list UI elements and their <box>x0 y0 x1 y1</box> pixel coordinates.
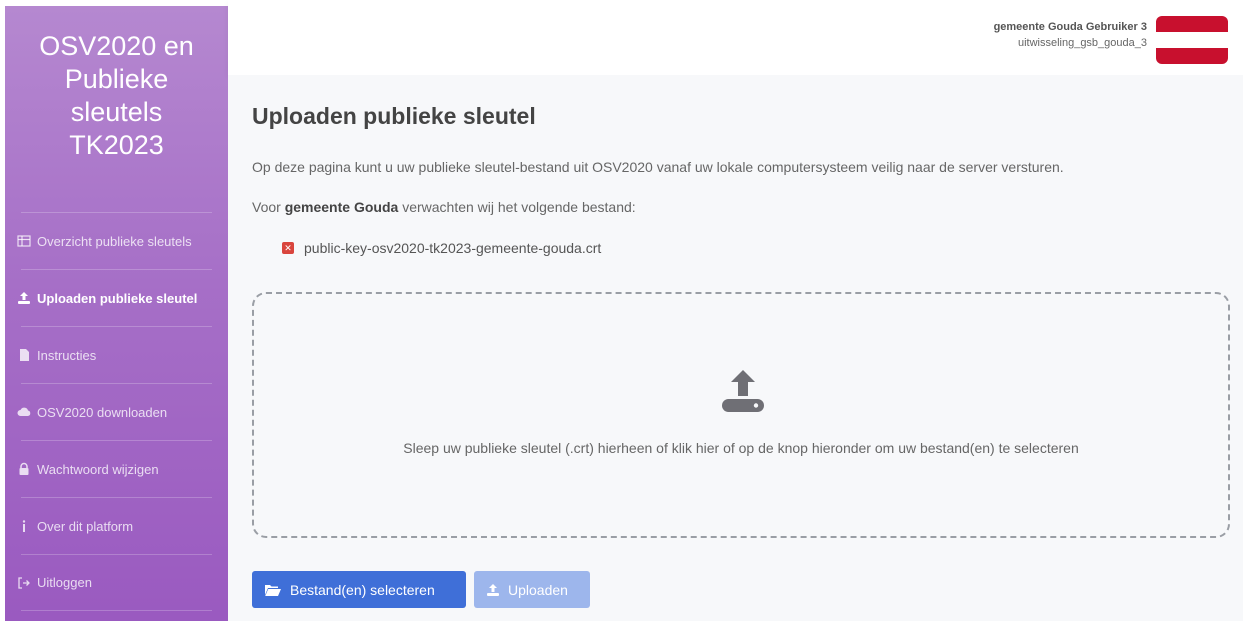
upload-tray-icon <box>722 370 764 412</box>
info-icon <box>17 519 31 533</box>
sidebar-item-osv2020-downloaden[interactable]: OSV2020 downloaden <box>17 383 212 440</box>
sidebar-item-label: OSV2020 downloaden <box>37 404 168 420</box>
select-files-label: Bestand(en) selecteren <box>290 581 435 598</box>
expected-file-name: public-key-osv2020-tk2023-gemeente-gouda… <box>304 240 602 256</box>
folder-open-icon <box>265 584 281 596</box>
dropzone-text: Sleep uw publieke sleutel (.crt) hierhee… <box>403 440 1079 456</box>
expect-suffix: verwachten wij het volgende bestand: <box>402 199 636 215</box>
main-content: Uploaden publieke sleutel Op deze pagina… <box>228 75 1243 621</box>
expected-file-description: Voor gemeente Gouda verwachten wij het v… <box>252 199 636 215</box>
sidebar-item-over-dit-platform[interactable]: Over dit platform <box>21 497 212 554</box>
topbar: gemeente Gouda Gebruiker 3 uitwisseling_… <box>228 0 1243 75</box>
sidebar-item-label: Uploaden publieke sleutel <box>37 290 198 306</box>
page-title: Uploaden publieke sleutel <box>252 103 536 129</box>
upload-button[interactable]: Uploaden <box>474 571 590 608</box>
logout-icon <box>17 576 31 590</box>
sidebar-nav: Overzicht publieke sleutels Uploaden pub… <box>5 212 228 611</box>
lock-icon <box>17 462 31 476</box>
app-title: OSV2020 en Publieke sleutels TK2023 <box>39 31 194 160</box>
upload-icon <box>17 291 31 305</box>
sidebar-item-label: Uitloggen <box>37 575 92 590</box>
sidebar-item-label: Over dit platform <box>37 518 134 534</box>
table-icon <box>17 234 31 248</box>
sidebar-item-uitloggen[interactable]: Uitloggen <box>18 554 212 611</box>
user-info: gemeente Gouda Gebruiker 3 uitwisseling_… <box>994 20 1147 52</box>
sidebar-item-wachtwoord-wijzigen[interactable]: Wachtwoord wijzigen <box>19 440 212 497</box>
sidebar-item-label: Instructies <box>37 347 97 363</box>
sidebar-item-label: Wachtwoord wijzigen <box>37 461 159 477</box>
municipality-name: gemeente Gouda <box>284 199 399 215</box>
expect-prefix: Voor <box>252 199 281 215</box>
upload-label: Uploaden <box>508 581 568 598</box>
upload-icon <box>487 583 499 596</box>
sidebar-item-uploaden[interactable]: Uploaden publieke sleutel <box>18 269 212 326</box>
intro-text: Op deze pagina kunt u uw publieke sleute… <box>252 159 1064 175</box>
municipality-flag <box>1156 16 1228 64</box>
cloud-download-icon <box>17 405 31 419</box>
document-icon <box>17 348 31 362</box>
sidebar: OSV2020 en Publieke sleutels TK2023 Over… <box>5 6 228 621</box>
sidebar-item-instructies[interactable]: Instructies <box>20 326 212 383</box>
missing-file-icon: ✕ <box>282 242 294 254</box>
user-account: uitwisseling_gsb_gouda_3 <box>1017 37 1147 49</box>
expected-file-item: ✕ public-key-osv2020-tk2023-gemeente-gou… <box>282 240 601 256</box>
user-name: gemeente Gouda Gebruiker 3 <box>993 21 1147 33</box>
file-dropzone[interactable]: Sleep uw publieke sleutel (.crt) hierhee… <box>252 292 1230 538</box>
sidebar-item-overzicht[interactable]: Overzicht publieke sleutels <box>17 212 212 269</box>
select-files-button[interactable]: Bestand(en) selecteren <box>252 571 466 608</box>
sidebar-item-label: Overzicht publieke sleutels <box>37 233 192 249</box>
